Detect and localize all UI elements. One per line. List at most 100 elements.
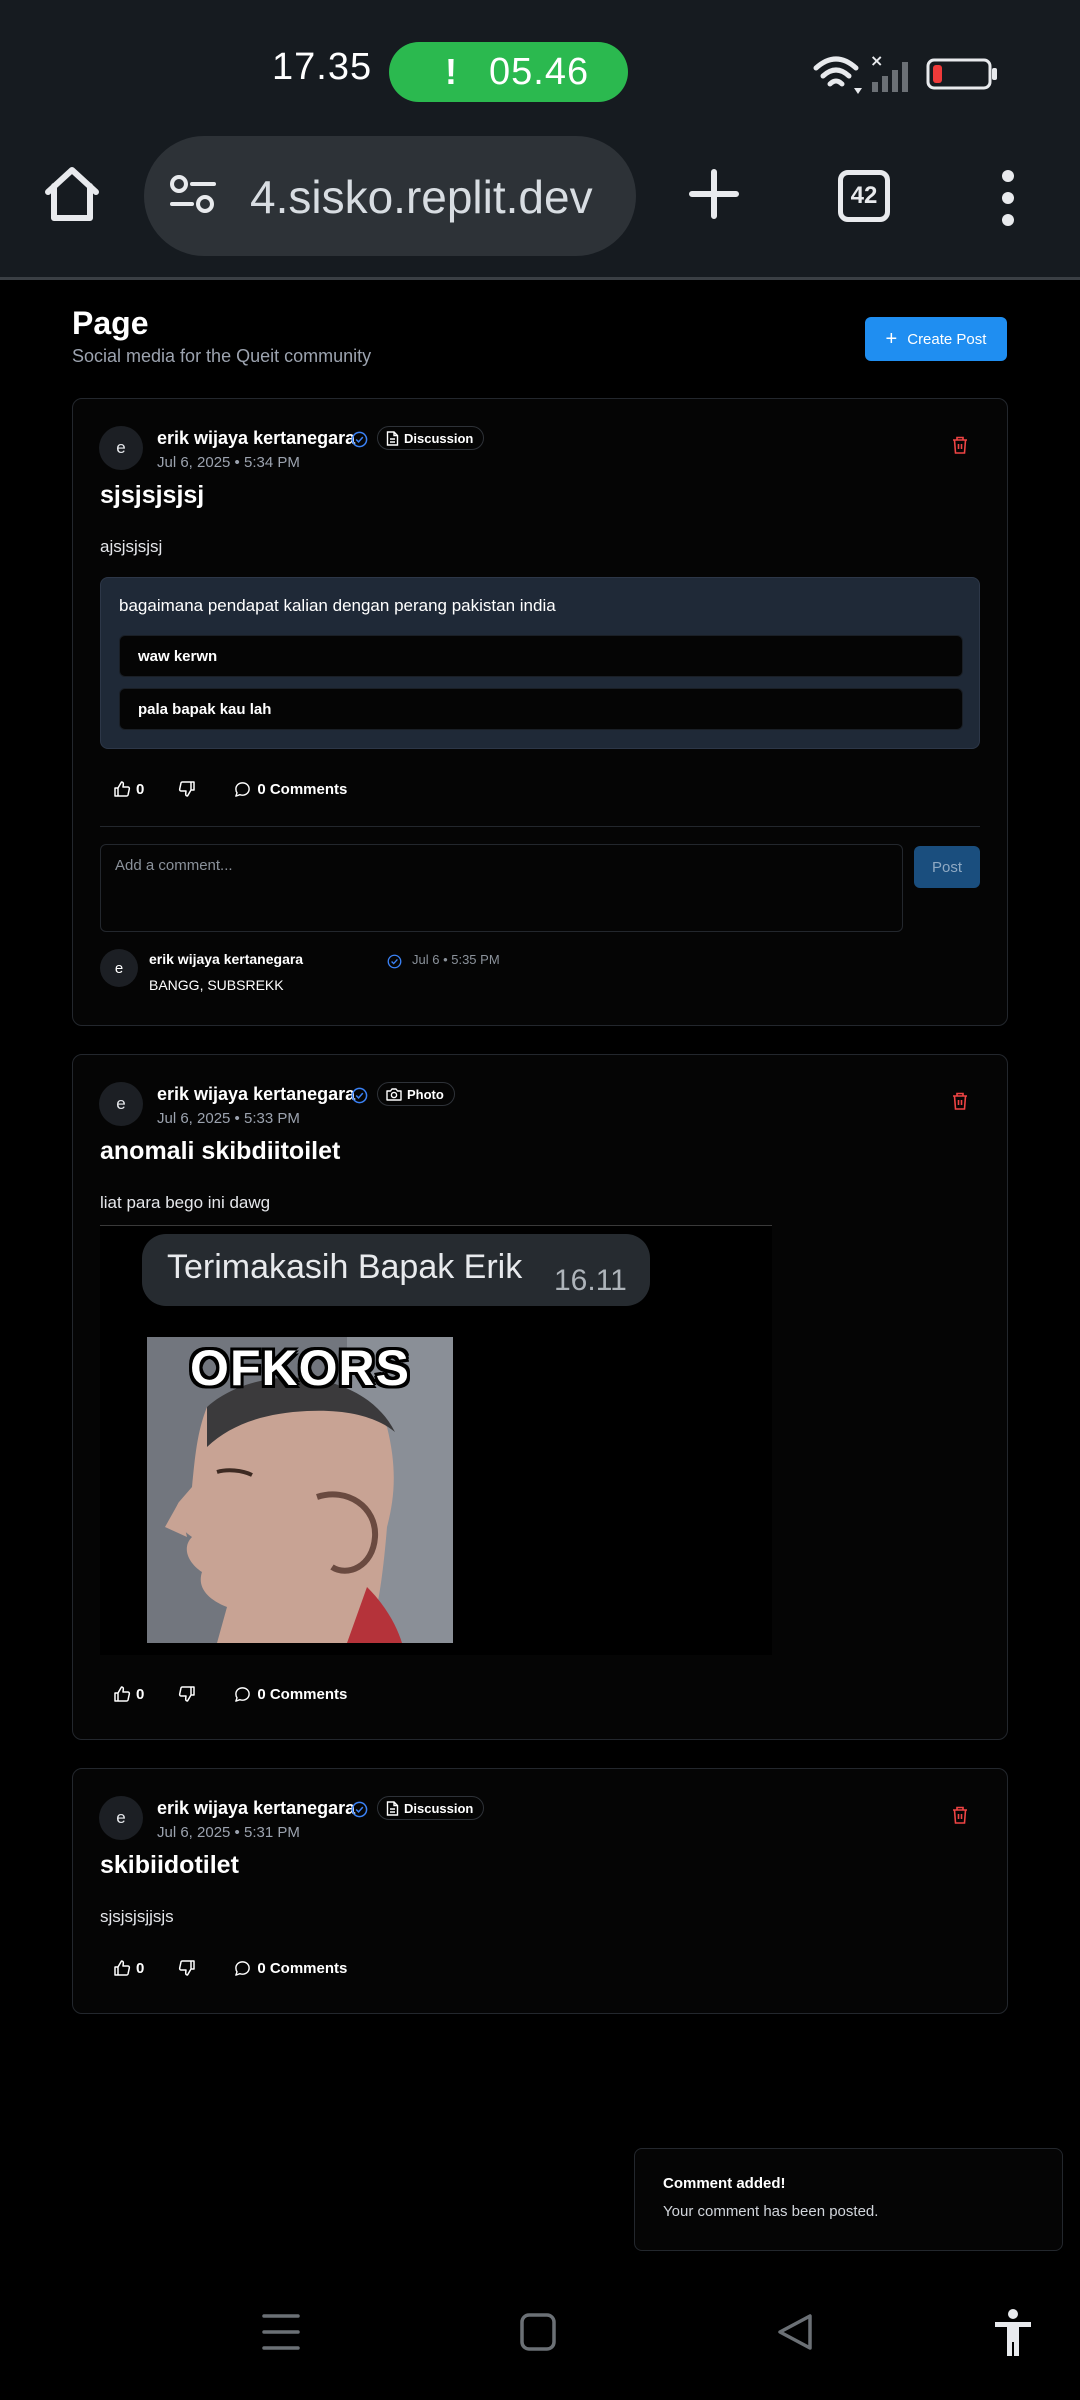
comment-timestamp: Jul 6 • 5:35 PM bbox=[412, 952, 500, 967]
post-photo[interactable]: Terimakasih Bapak Erik 16.11 OFKORS bbox=[100, 1225, 772, 1655]
wifi-icon bbox=[813, 56, 859, 87]
status-bar: 17.35 ! 05.46 × bbox=[0, 0, 1080, 130]
system-status-icons: × bbox=[813, 51, 997, 94]
post-body: ajsjsjsjsj bbox=[100, 537, 163, 556]
toast-notification[interactable]: Comment added! Your comment has been pos… bbox=[634, 2148, 1063, 2251]
post-body: liat para bego ini dawg bbox=[100, 1193, 271, 1212]
verified-icon bbox=[351, 1087, 368, 1104]
comment-author[interactable]: erik wijaya kertanegara bbox=[149, 951, 303, 967]
like-button[interactable]: 0 bbox=[113, 1685, 144, 1703]
delete-trash-icon[interactable] bbox=[951, 435, 969, 455]
post-date: Jul 6, 2025 • 5:33 PM bbox=[157, 1110, 300, 1127]
post-author[interactable]: erik wijaya kertanegara bbox=[157, 1084, 355, 1105]
new-tab-plus-icon[interactable] bbox=[688, 168, 740, 220]
address-bar[interactable]: 4.sisko.replit.dev bbox=[144, 136, 636, 256]
verified-icon bbox=[387, 954, 402, 969]
meme-image: OFKORS bbox=[147, 1337, 453, 1643]
svg-text:×: × bbox=[870, 51, 883, 70]
signal-icon: × bbox=[870, 51, 908, 92]
avatar[interactable]: e bbox=[99, 426, 143, 470]
page-subtitle: Social media for the Queit community bbox=[72, 346, 372, 366]
poll-option[interactable]: pala bapak kau lah bbox=[119, 688, 963, 730]
battery-low-icon bbox=[926, 58, 997, 90]
home-icon[interactable] bbox=[40, 162, 104, 226]
post-category-badge: Discussion bbox=[377, 426, 485, 450]
post-actions: 0 0 Comments bbox=[113, 1682, 347, 1706]
post-actions: 0 0 Comments bbox=[113, 777, 347, 801]
dislike-button[interactable] bbox=[178, 1685, 196, 1703]
dislike-button[interactable] bbox=[178, 780, 196, 798]
ongoing-call-pill[interactable]: ! 05.46 bbox=[389, 42, 628, 102]
post-card: e erik wijaya kertanegara Photo Jul 6, 2… bbox=[72, 1054, 1008, 1740]
document-icon bbox=[386, 1800, 399, 1816]
comment-input[interactable]: Add a comment... bbox=[100, 844, 903, 932]
poll: bagaimana pendapat kalian dengan perang … bbox=[100, 577, 980, 749]
post-card: e erik wijaya kertanegara Discussion Jul… bbox=[72, 1768, 1008, 2014]
page-title: Page bbox=[72, 305, 149, 341]
like-button[interactable]: 0 bbox=[113, 1959, 144, 1977]
post-date: Jul 6, 2025 • 5:34 PM bbox=[157, 454, 300, 471]
avatar[interactable]: e bbox=[99, 1082, 143, 1126]
like-count: 0 bbox=[136, 780, 145, 798]
create-post-label: Create Post bbox=[907, 330, 987, 348]
more-menu-icon[interactable] bbox=[996, 170, 1020, 226]
chat-bubble-image: Terimakasih Bapak Erik 16.11 bbox=[142, 1234, 650, 1306]
poll-option[interactable]: waw kerwn bbox=[119, 635, 963, 677]
post-actions: 0 0 Comments bbox=[113, 1956, 347, 1980]
comments-button[interactable]: 0 Comments bbox=[234, 1960, 347, 1977]
post-author[interactable]: erik wijaya kertanegara bbox=[157, 1798, 355, 1819]
chat-bubble-time: 16.11 bbox=[554, 1264, 627, 1297]
toast-title: Comment added! bbox=[663, 2175, 786, 2192]
back-triangle-icon[interactable] bbox=[776, 2312, 814, 2352]
home-square-icon[interactable] bbox=[520, 2312, 556, 2352]
like-count: 0 bbox=[136, 1959, 145, 1977]
delete-trash-icon[interactable] bbox=[951, 1091, 969, 1111]
thumbs-up-icon bbox=[114, 1686, 131, 1702]
post-author[interactable]: erik wijaya kertanegara bbox=[157, 428, 355, 449]
post-category-badge: Photo bbox=[377, 1082, 455, 1106]
recent-apps-icon[interactable] bbox=[262, 2312, 300, 2352]
divider bbox=[100, 826, 980, 827]
avatar[interactable]: e bbox=[99, 1796, 143, 1840]
like-count: 0 bbox=[136, 1685, 145, 1703]
comment-avatar[interactable]: e bbox=[100, 949, 138, 987]
meme-caption: OFKORS bbox=[190, 1340, 410, 1396]
post-title: anomali skibdiitoilet bbox=[100, 1137, 341, 1165]
thumbs-down-icon bbox=[179, 1686, 196, 1702]
document-icon bbox=[386, 430, 399, 446]
tab-switcher-button[interactable]: 42 bbox=[838, 170, 890, 222]
thumbs-up-icon bbox=[114, 1960, 131, 1976]
dislike-button[interactable] bbox=[178, 1959, 196, 1977]
toast-message: Your comment has been posted. bbox=[663, 2203, 879, 2220]
post-body: sjsjsjsjjsjs bbox=[100, 1907, 174, 1926]
verified-icon bbox=[351, 431, 368, 448]
comment-bubble-icon bbox=[235, 1960, 251, 1976]
thumbs-up-icon bbox=[114, 781, 131, 797]
system-navigation-bar bbox=[0, 2270, 1080, 2400]
comment-text: BANGG, SUBSREKK bbox=[149, 977, 284, 993]
delete-trash-icon[interactable] bbox=[951, 1805, 969, 1825]
comments-button[interactable]: 0 Comments bbox=[234, 781, 347, 798]
url-text[interactable]: 4.sisko.replit.dev bbox=[250, 170, 593, 224]
comments-count: 0 Comments bbox=[257, 780, 348, 798]
post-comment-button[interactable]: Post bbox=[914, 846, 980, 888]
accessibility-icon[interactable] bbox=[993, 2308, 1033, 2358]
plus-icon: + bbox=[885, 327, 898, 350]
comments-count: 0 Comments bbox=[257, 1959, 348, 1977]
create-post-button[interactable]: + Create Post bbox=[865, 317, 1007, 361]
post-card: e erik wijaya kertanegara Discussion Jul… bbox=[72, 398, 1008, 1026]
comments-button[interactable]: 0 Comments bbox=[234, 1686, 347, 1703]
post-date: Jul 6, 2025 • 5:31 PM bbox=[157, 1824, 300, 1841]
verified-icon bbox=[351, 1801, 368, 1818]
thumbs-down-icon bbox=[179, 781, 196, 797]
thumbs-down-icon bbox=[179, 1960, 196, 1976]
post-title: skibiidotilet bbox=[100, 1851, 239, 1879]
comments-count: 0 Comments bbox=[257, 1685, 348, 1703]
site-settings-icon[interactable] bbox=[168, 174, 218, 216]
post-category-badge: Discussion bbox=[377, 1796, 485, 1820]
comment-bubble-icon bbox=[235, 1686, 251, 1702]
like-button[interactable]: 0 bbox=[113, 780, 144, 798]
browser-toolbar: 4.sisko.replit.dev 42 bbox=[0, 130, 1080, 280]
post-title: sjsjsjsjsj bbox=[100, 481, 205, 509]
camera-icon bbox=[386, 1088, 402, 1101]
